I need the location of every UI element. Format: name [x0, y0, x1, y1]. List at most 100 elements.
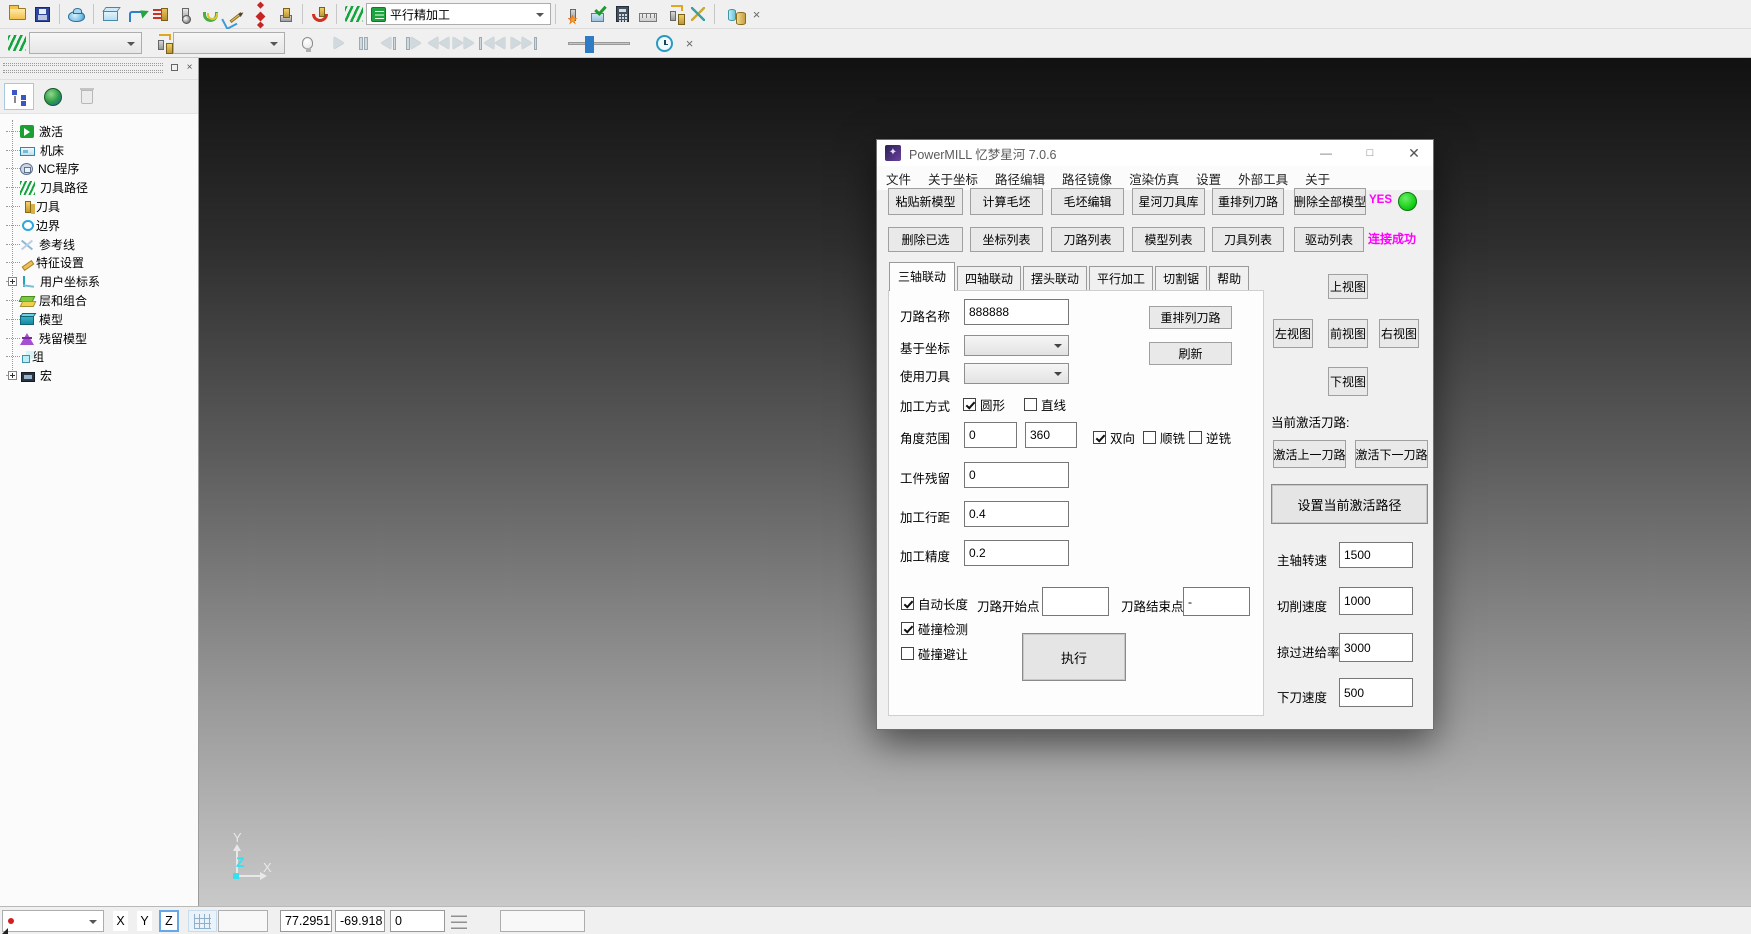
tree-item-macros[interactable]: 宏: [0, 366, 198, 385]
coord-base-select[interactable]: [964, 335, 1069, 356]
activate-prev-button[interactable]: 激活上一刀路: [1273, 440, 1346, 468]
menu-path-edit[interactable]: 路径编辑: [995, 169, 1045, 188]
fast-forward-icon[interactable]: [451, 31, 476, 56]
menu-settings[interactable]: 设置: [1196, 169, 1221, 188]
tree-item-machine-tool[interactable]: 机床: [0, 141, 198, 160]
expand-plus-icon[interactable]: [8, 277, 17, 286]
delete-selected-button[interactable]: 删除已选: [888, 227, 963, 252]
transform-icon[interactable]: [685, 2, 710, 27]
lightbulb-icon[interactable]: [295, 31, 320, 56]
go-end-icon[interactable]: [508, 31, 540, 56]
go-start-icon[interactable]: [476, 31, 508, 56]
axis-x-button[interactable]: X: [112, 910, 129, 932]
view-front-button[interactable]: 前视图: [1328, 319, 1368, 348]
execute-button[interactable]: 执行: [1022, 633, 1126, 681]
tab-4axis[interactable]: 四轴联动: [957, 266, 1021, 291]
tool-select[interactable]: [173, 32, 285, 54]
collision-detect-checkbox[interactable]: [901, 622, 914, 635]
collision-check-icon[interactable]: [560, 2, 585, 27]
open-file-icon[interactable]: [5, 2, 30, 27]
status-field-1[interactable]: [218, 910, 268, 932]
rearrange-toolpaths-button[interactable]: 重排列刀路: [1212, 188, 1284, 215]
menu-render-sim[interactable]: 渲染仿真: [1129, 169, 1179, 188]
tab-swivel-head[interactable]: 摆头联动: [1023, 266, 1087, 291]
climb-checkbox[interactable]: [1143, 431, 1156, 444]
save-icon[interactable]: [30, 2, 55, 27]
verify-check-icon[interactable]: [585, 2, 610, 27]
tree-item-models[interactable]: 模型: [0, 310, 198, 329]
pause-icon[interactable]: [351, 31, 376, 56]
panel-float-icon[interactable]: [168, 61, 181, 74]
play-icon[interactable]: [326, 31, 351, 56]
refresh-button[interactable]: 刷新: [1149, 342, 1232, 365]
plunge-feed-input[interactable]: [1339, 678, 1413, 707]
slider-handle[interactable]: [585, 36, 594, 53]
render-teapot-icon[interactable]: [64, 2, 89, 27]
stock-edit-button[interactable]: 毛坯编辑: [1051, 188, 1124, 215]
collision-avoid-checkbox[interactable]: [901, 647, 914, 660]
ball-tool-icon[interactable]: [173, 2, 198, 27]
grid-toggle-button[interactable]: [188, 910, 217, 932]
menu-about-coords[interactable]: 关于坐标: [928, 169, 978, 188]
tree-item-tools[interactable]: 刀具: [0, 197, 198, 216]
menu-path-mirror[interactable]: 路径镜像: [1062, 169, 1112, 188]
block-icon[interactable]: [98, 2, 123, 27]
start-point-input[interactable]: [1042, 587, 1109, 616]
panel-header[interactable]: ×: [0, 58, 198, 80]
pattern-pencil-icon[interactable]: [223, 2, 248, 27]
use-tool-select[interactable]: [964, 363, 1069, 384]
tree-item-nc-programs[interactable]: NC程序: [0, 160, 198, 179]
skim-feed-input[interactable]: [1339, 633, 1413, 662]
calculator-icon[interactable]: [610, 2, 635, 27]
status-dropdown[interactable]: [2, 910, 104, 932]
tool-list-button[interactable]: 刀具列表: [1212, 227, 1284, 252]
step-back-icon[interactable]: [376, 31, 401, 56]
coord-list-button[interactable]: 坐标列表: [970, 227, 1043, 252]
tree-item-feature-sets[interactable]: 特征设置: [0, 254, 198, 273]
cylinders-icon[interactable]: [719, 2, 744, 27]
end-point-input[interactable]: [1183, 587, 1250, 616]
close-toolbar-icon[interactable]: ×: [677, 31, 702, 56]
globe-tab[interactable]: [38, 83, 68, 110]
step-forward-icon[interactable]: [401, 31, 426, 56]
maximize-icon[interactable]: □: [1351, 140, 1389, 166]
angle-start-input[interactable]: [964, 422, 1017, 448]
corner-expand-icon[interactable]: [2, 928, 8, 934]
menu-external-tools[interactable]: 外部工具: [1238, 169, 1288, 188]
minimize-icon[interactable]: —: [1307, 140, 1345, 166]
close-icon[interactable]: ✕: [1395, 140, 1433, 166]
close-toolbar-icon[interactable]: ×: [744, 2, 769, 27]
tree-item-boundaries[interactable]: 边界: [0, 216, 198, 235]
tab-saw[interactable]: 切割锯: [1155, 266, 1207, 291]
rearrange-toolpath-button[interactable]: 重排列刀路: [1149, 306, 1232, 329]
points-icon[interactable]: [248, 2, 273, 27]
menu-about[interactable]: 关于: [1305, 169, 1330, 188]
tolerance-input[interactable]: [964, 540, 1069, 566]
tree-item-toolpaths[interactable]: 刀具路径: [0, 178, 198, 197]
mode-circle-checkbox[interactable]: [963, 398, 976, 411]
view-bottom-button[interactable]: 下视图: [1328, 367, 1368, 396]
dialog-titlebar[interactable]: ✦ PowerMILL 忆梦星河 7.0.6 — □ ✕: [877, 140, 1433, 166]
arc-tool-icon[interactable]: [307, 2, 332, 27]
auto-length-checkbox[interactable]: [901, 597, 914, 610]
rewind-icon[interactable]: [426, 31, 451, 56]
activate-next-button[interactable]: 激活下一刀路: [1355, 440, 1428, 468]
bidirectional-checkbox[interactable]: [1093, 431, 1106, 444]
conventional-checkbox[interactable]: [1189, 431, 1202, 444]
tool-holder-icon[interactable]: [273, 2, 298, 27]
angle-end-input[interactable]: [1025, 422, 1077, 448]
boundary-icon[interactable]: [198, 2, 223, 27]
set-active-path-button[interactable]: 设置当前激活路径: [1271, 484, 1428, 524]
tree-item-workplanes[interactable]: 用户坐标系: [0, 272, 198, 291]
drive-list-button[interactable]: 驱动列表: [1294, 227, 1364, 252]
view-top-button[interactable]: 上视图: [1328, 274, 1368, 299]
tree-item-patterns[interactable]: 参考线: [0, 235, 198, 254]
expand-plus-icon[interactable]: [8, 371, 17, 380]
tree-item-stock-models[interactable]: 残留模型: [0, 329, 198, 348]
tool-change-icon[interactable]: [660, 2, 685, 27]
clock-icon[interactable]: [652, 31, 677, 56]
tab-3axis[interactable]: 三轴联动: [889, 262, 955, 291]
toolpath-list-button[interactable]: 刀路列表: [1051, 227, 1124, 252]
view-right-button[interactable]: 右视图: [1379, 319, 1419, 348]
status-field-2[interactable]: [500, 910, 585, 932]
